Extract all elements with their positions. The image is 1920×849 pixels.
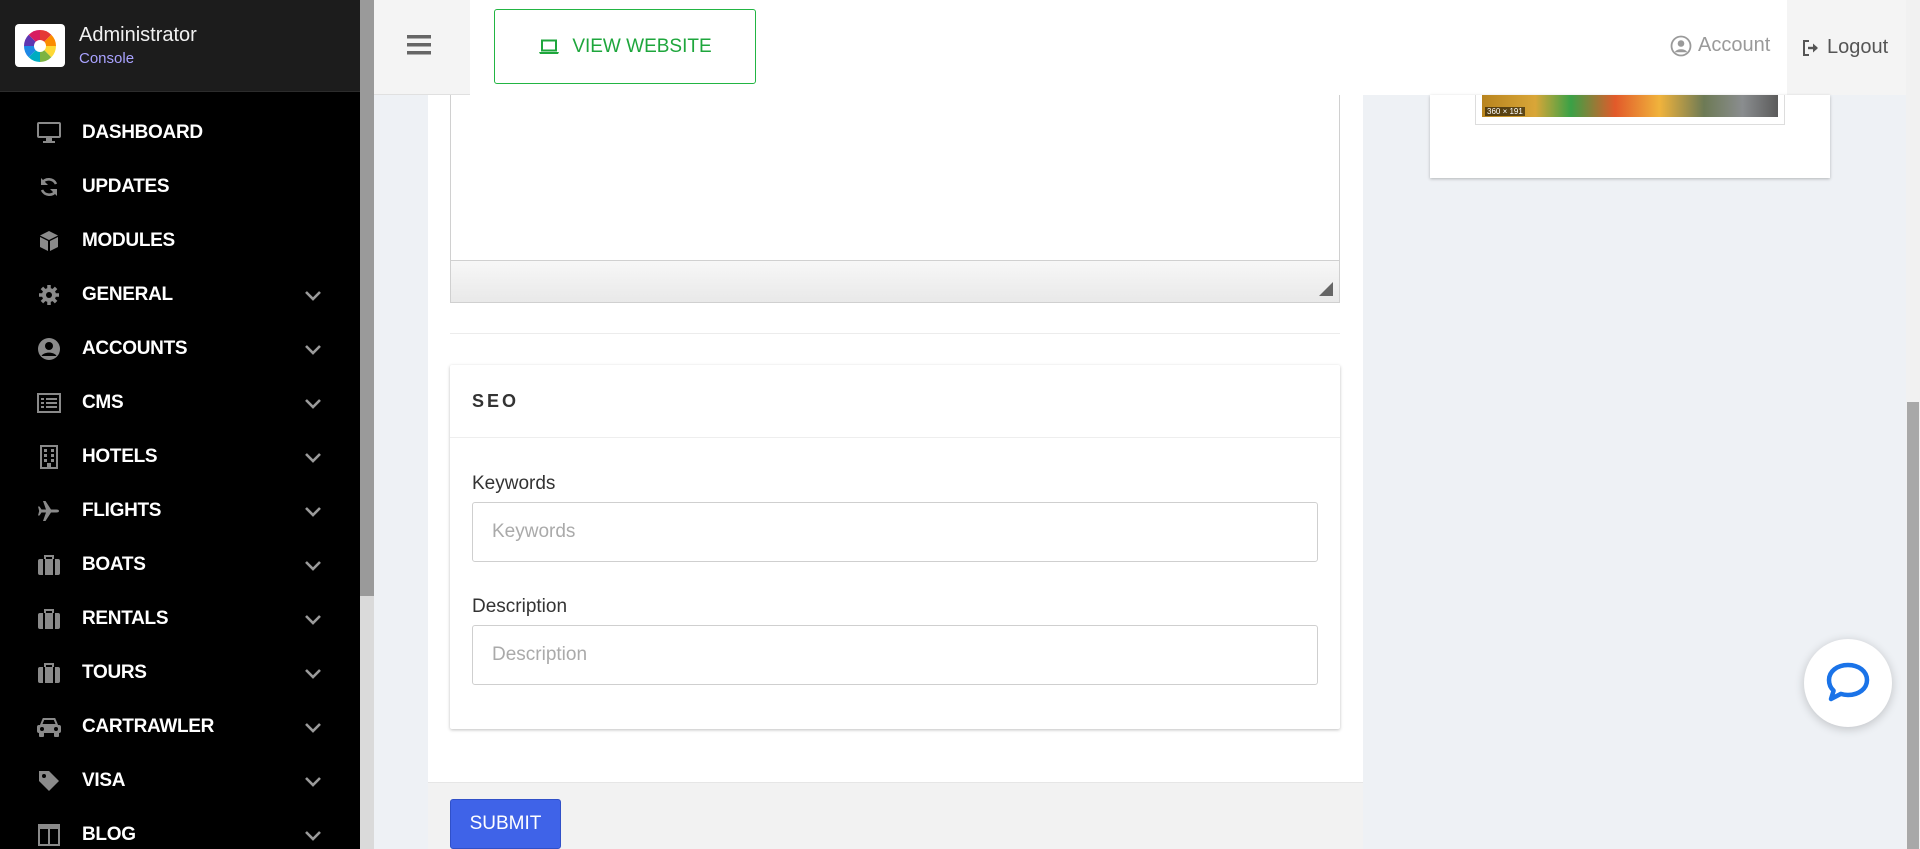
chevron-down-icon[interactable]: [303, 341, 323, 357]
chat-bubble-icon: [1826, 662, 1870, 702]
view-website-label: VIEW WEBSITE: [572, 35, 712, 57]
user-circle-icon: [1670, 35, 1692, 56]
sidebar-item-label: TOURS: [82, 662, 147, 683]
sidebar-item-flights[interactable]: FLIGHTS: [0, 484, 360, 538]
chevron-down-icon[interactable]: [303, 557, 323, 573]
laptop-icon: [539, 39, 560, 54]
sidebar-item-updates[interactable]: UPDATES: [0, 160, 360, 214]
image-thumbnail[interactable]: 360 × 191: [1482, 95, 1778, 117]
sidebar-item-cartrawler[interactable]: CARTRAWLER: [0, 700, 360, 754]
logout-link[interactable]: Logout: [1787, 0, 1920, 95]
chevron-down-icon[interactable]: [303, 827, 323, 843]
chevron-down-icon[interactable]: [303, 503, 323, 519]
sidebar-item-modules[interactable]: MODULES: [0, 214, 360, 268]
sidebar-item-cms[interactable]: CMS: [0, 376, 360, 430]
suitcase-icon: [36, 606, 62, 632]
section-divider: [450, 333, 1340, 334]
editor-statusbar: [451, 260, 1339, 302]
sidebar-item-visa[interactable]: VISA: [0, 754, 360, 808]
suitcase-icon: [36, 552, 62, 578]
sidebar-item-label: GENERAL: [82, 284, 173, 305]
sidebar-item-hotels[interactable]: HOTELS: [0, 430, 360, 484]
seo-title: SEO: [450, 365, 1340, 438]
columns-icon: [36, 822, 62, 848]
car-icon: [36, 714, 62, 740]
sidebar-item-label: RENTALS: [82, 608, 169, 629]
hamburger-menu-icon[interactable]: [406, 33, 432, 57]
brand-logo[interactable]: [15, 24, 65, 67]
gear-icon: [36, 282, 62, 308]
sidebar-scrollbar[interactable]: [360, 0, 374, 849]
sidebar-item-blog[interactable]: BLOG: [0, 808, 360, 849]
account-label: Account: [1698, 34, 1771, 56]
description-label: Description: [472, 596, 568, 617]
sidebar-item-dashboard[interactable]: DASHBOARD: [0, 106, 360, 160]
chevron-down-icon[interactable]: [303, 611, 323, 627]
sidebar-item-label: ACCOUNTS: [82, 338, 188, 359]
page-scrollbar[interactable]: [1906, 0, 1920, 849]
sidebar-item-accounts[interactable]: ACCOUNTS: [0, 322, 360, 376]
resize-handle-icon[interactable]: [1319, 282, 1333, 296]
user-circle-icon: [36, 336, 62, 362]
brand-subtitle: Console: [79, 49, 135, 67]
sidebar-item-tours[interactable]: TOURS: [0, 646, 360, 700]
chevron-down-icon[interactable]: [303, 449, 323, 465]
sidebar: Administrator Console DASHBOARD UPDATES MO…: [0, 0, 360, 849]
logout-label: Logout: [1827, 36, 1889, 58]
form-footer: [428, 782, 1363, 849]
monitor-icon: [36, 120, 62, 146]
rich-text-editor[interactable]: [450, 95, 1340, 303]
sidebar-nav: DASHBOARD UPDATES MODULES GENERAL ACCOUNTS CM…: [0, 92, 360, 849]
sidebar-item-label: FLIGHTS: [82, 500, 162, 521]
sign-out-icon: [1803, 39, 1818, 56]
sidebar-item-rentals[interactable]: RENTALS: [0, 592, 360, 646]
chevron-down-icon[interactable]: [303, 719, 323, 735]
page-scrollbar-thumb[interactable]: [1907, 402, 1919, 849]
view-website-button[interactable]: VIEW WEBSITE: [494, 9, 756, 84]
keywords-label: Keywords: [472, 473, 556, 494]
sidebar-item-label: DASHBOARD: [82, 122, 203, 143]
brand-title: Administrator: [79, 23, 197, 46]
plane-icon: [36, 498, 62, 524]
cube-icon: [36, 228, 62, 254]
suitcase-icon: [36, 660, 62, 686]
chat-widget-button[interactable]: [1804, 639, 1892, 727]
sidebar-item-label: CMS: [82, 392, 124, 413]
sidebar-item-label: MODULES: [82, 230, 175, 251]
chevron-down-icon[interactable]: [303, 665, 323, 681]
sidebar-item-general[interactable]: GENERAL: [0, 268, 360, 322]
list-icon: [36, 390, 62, 416]
sidebar-item-label: HOTELS: [82, 446, 158, 467]
tag-icon: [36, 768, 62, 794]
description-input[interactable]: [472, 625, 1318, 685]
refresh-icon: [36, 174, 62, 200]
sidebar-item-label: UPDATES: [82, 176, 170, 197]
brand-header: Administrator Console: [0, 0, 360, 92]
sidebar-item-label: VISA: [82, 770, 126, 791]
chevron-down-icon[interactable]: [303, 287, 323, 303]
chevron-down-icon[interactable]: [303, 773, 323, 789]
keywords-input[interactable]: [472, 502, 1318, 562]
sidebar-item-label: BLOG: [82, 824, 136, 845]
sidebar-item-label: CARTRAWLER: [82, 716, 215, 737]
color-wheel-icon: [24, 29, 56, 62]
chevron-down-icon[interactable]: [303, 395, 323, 411]
account-link[interactable]: Account: [1670, 34, 1770, 57]
thumbnail-size-caption: 360 × 191: [1485, 107, 1525, 116]
sidebar-scrollbar-thumb[interactable]: [360, 0, 374, 596]
image-thumbnail-frame[interactable]: 360 × 191: [1475, 95, 1785, 125]
submit-button[interactable]: SUBMIT: [450, 799, 561, 849]
building-icon: [36, 444, 62, 470]
sidebar-item-boats[interactable]: BOATS: [0, 538, 360, 592]
seo-card: SEO Keywords Description: [450, 365, 1340, 729]
sidebar-item-label: BOATS: [82, 554, 146, 575]
